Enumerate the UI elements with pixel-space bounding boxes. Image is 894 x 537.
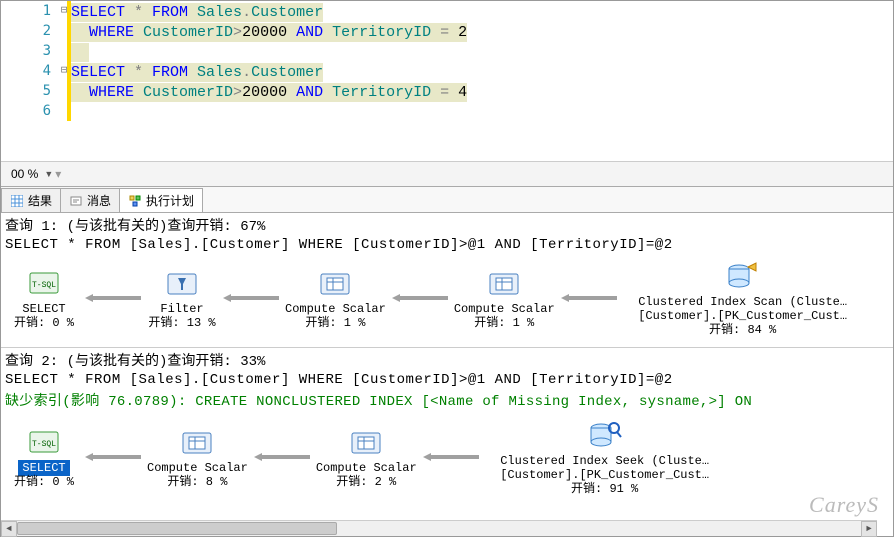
query-header: 查询 2: (与该批有关的)查询开销: 33% (1, 348, 893, 372)
plan-row: T-SQL SELECT 开销: 0 % Filter 开销: 13 % Com… (1, 255, 893, 347)
plan-node-filter[interactable]: Filter 开销: 13 % (147, 266, 217, 330)
tab-execution-plan[interactable]: 执行计划 (119, 188, 203, 212)
code-area[interactable]: SELECT * FROM Sales.Customer WHERE Custo… (71, 1, 893, 123)
compute-scalar-icon (180, 425, 214, 459)
svg-text:T-SQL: T-SQL (32, 281, 56, 290)
svg-text:T-SQL: T-SQL (32, 440, 56, 449)
plan-node-clustered-index-scan[interactable]: Clustered Index Scan (Cluste… [Customer]… (623, 259, 863, 337)
plan-arrow-icon (83, 451, 143, 463)
missing-index-hint: 缺少索引(影响 76.0789): CREATE NONCLUSTERED IN… (1, 390, 893, 414)
zoom-combo[interactable]: 00 % ▼ ▾ (3, 167, 65, 181)
plan-node-compute-scalar[interactable]: Compute Scalar 开销: 2 % (316, 425, 417, 489)
scroll-right-button[interactable]: ► (861, 521, 877, 537)
scroll-track[interactable] (17, 521, 861, 536)
result-tabs: 结果 消息 执行计划 (1, 187, 893, 213)
plan-node-compute-scalar[interactable]: Compute Scalar 开销: 8 % (147, 425, 248, 489)
chevron-down-icon: ▼ (44, 169, 53, 179)
execution-plan-panel: 查询 1: (与该批有关的)查询开销: 67% SELECT * FROM [S… (1, 213, 893, 506)
grid-icon (10, 194, 24, 208)
line-number: 3 (1, 41, 57, 61)
fold-icon (57, 101, 71, 121)
line-number: 4 (1, 61, 57, 81)
filter-icon (165, 266, 199, 300)
plan-node-select[interactable]: T-SQL SELECT 开销: 0 % (9, 266, 79, 330)
fold-icon (57, 21, 71, 41)
plan-arrow-icon (390, 292, 450, 304)
fold-icon[interactable]: ⊟ (57, 61, 71, 81)
tab-label: 结果 (28, 192, 52, 209)
fold-markers: ⊟ ⊟ (57, 1, 71, 121)
fold-icon (57, 41, 71, 61)
line-number: 6 (1, 101, 57, 121)
kw-select: SELECT (71, 4, 125, 21)
scroll-left-button[interactable]: ◄ (1, 521, 17, 537)
compute-scalar-icon (487, 266, 521, 300)
line-number: 2 (1, 21, 57, 41)
plan-arrow-icon (252, 451, 312, 463)
plan-icon (128, 194, 142, 208)
zoom-value: 00 % (7, 167, 42, 181)
select-icon: T-SQL (27, 266, 61, 300)
plan-node-select[interactable]: T-SQL SELECT 开销: 0 % (9, 425, 79, 489)
index-seek-icon (588, 418, 622, 452)
fold-icon[interactable]: ⊟ (57, 1, 71, 21)
query-header: 查询 1: (与该批有关的)查询开销: 67% (1, 213, 893, 237)
tab-messages[interactable]: 消息 (60, 188, 120, 212)
sql-editor[interactable]: 1 2 3 4 5 6 ⊟ ⊟ SELECT * FROM Sales.Cust… (1, 1, 893, 161)
query-block-1: 查询 1: (与该批有关的)查询开销: 67% SELECT * FROM [S… (1, 213, 893, 347)
tab-label: 消息 (87, 192, 111, 209)
message-icon (69, 194, 83, 208)
compute-scalar-icon (318, 266, 352, 300)
plan-row: T-SQL SELECT 开销: 0 % Compute Scalar 开销: … (1, 414, 893, 506)
zoom-toolbar: 00 % ▼ ▾ (1, 161, 893, 187)
query-sql: SELECT * FROM [Sales].[Customer] WHERE [… (1, 372, 893, 390)
query-block-2: 查询 2: (与该批有关的)查询开销: 33% SELECT * FROM [S… (1, 348, 893, 506)
plan-arrow-icon (83, 292, 143, 304)
scroll-thumb[interactable] (17, 522, 337, 535)
plan-node-compute-scalar[interactable]: Compute Scalar 开销: 1 % (454, 266, 555, 330)
index-scan-icon (726, 259, 760, 293)
horizontal-scrollbar[interactable]: ◄ ► (1, 520, 877, 536)
line-number: 5 (1, 81, 57, 101)
plan-node-clustered-index-seek[interactable]: Clustered Index Seek (Cluste… [Customer]… (485, 418, 725, 496)
query-sql: SELECT * FROM [Sales].[Customer] WHERE [… (1, 237, 893, 255)
compute-scalar-icon (349, 425, 383, 459)
line-number: 1 (1, 1, 57, 21)
plan-arrow-icon (421, 451, 481, 463)
plan-arrow-icon (221, 292, 281, 304)
fold-icon (57, 81, 71, 101)
plan-arrow-icon (559, 292, 619, 304)
tab-results[interactable]: 结果 (1, 188, 61, 212)
tab-label: 执行计划 (146, 192, 194, 209)
select-icon: T-SQL (27, 425, 61, 459)
plan-node-compute-scalar[interactable]: Compute Scalar 开销: 1 % (285, 266, 386, 330)
line-gutter: 1 2 3 4 5 6 (1, 1, 57, 121)
